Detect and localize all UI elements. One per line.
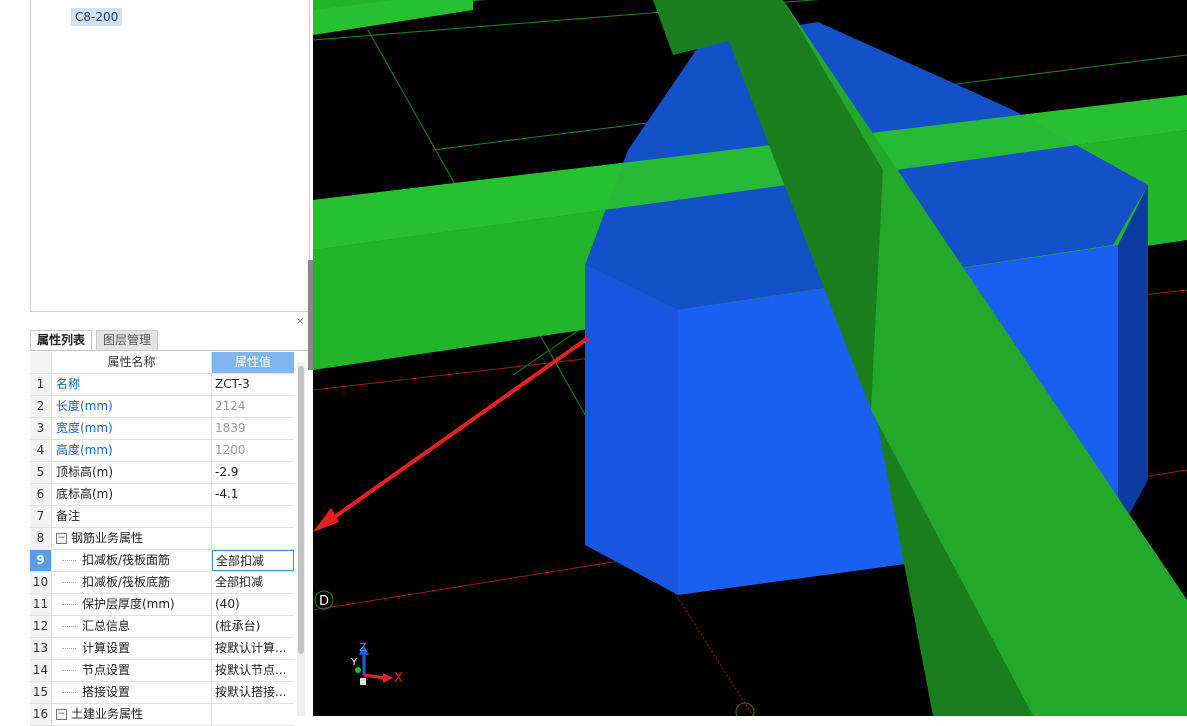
row-index: 7: [30, 506, 52, 527]
left-panel: C8-200 × 属性列表 图层管理 属性名称 属性值 1 名称 ZCT-3 2…: [0, 0, 313, 726]
row-name: 高度(mm): [52, 440, 212, 461]
row-index: 10: [30, 572, 52, 593]
header-name: 属性名称: [52, 352, 212, 373]
table-row[interactable]: 6 底标高(m) -4.1: [30, 484, 294, 506]
tab-layer-management[interactable]: 图层管理: [96, 330, 159, 350]
table-row[interactable]: 7 备注: [30, 506, 294, 528]
row-name: − 土建业务属性: [52, 704, 212, 725]
table-row-selected[interactable]: 9 扣减板/筏板面筋 全部扣减: [30, 550, 294, 572]
3d-viewport[interactable]: D Z Y X: [313, 0, 1187, 716]
row-name: 宽度(mm): [52, 418, 212, 439]
axis-y-label: Y: [350, 657, 358, 668]
row-name: 汇总信息: [52, 616, 212, 637]
row-value[interactable]: 1200: [212, 440, 294, 461]
row-name: 备注: [52, 506, 212, 527]
property-tabs: 属性列表 图层管理: [30, 330, 308, 351]
row-index: 6: [30, 484, 52, 505]
axis-gizmo: Z Y X: [350, 641, 403, 686]
header-value: 属性值: [212, 352, 294, 373]
row-value[interactable]: 按默认节点...: [212, 660, 294, 681]
collapse-icon[interactable]: −: [56, 709, 67, 720]
row-value[interactable]: [212, 506, 294, 527]
row-index: 5: [30, 462, 52, 483]
row-name: 节点设置: [52, 660, 212, 681]
row-value[interactable]: 2124: [212, 396, 294, 417]
row-name: 名称: [52, 374, 212, 395]
table-row[interactable]: 14 节点设置 按默认节点...: [30, 660, 294, 682]
row-name: 底标高(m): [52, 484, 212, 505]
axis-z-label: Z: [359, 641, 367, 654]
row-index: 11: [30, 594, 52, 615]
row-index: 3: [30, 418, 52, 439]
row-value[interactable]: -4.1: [212, 484, 294, 505]
row-value[interactable]: ZCT-3: [212, 374, 294, 395]
row-value[interactable]: (桩承台): [212, 616, 294, 637]
row-name: 扣减板/筏板面筋: [52, 550, 212, 571]
row-index: 4: [30, 440, 52, 461]
property-scrollbar[interactable]: [297, 362, 305, 716]
grid-label-circle-bottom: [735, 702, 755, 716]
tree-item-c8-200[interactable]: C8-200: [71, 8, 123, 26]
table-row[interactable]: 12 汇总信息 (桩承台): [30, 616, 294, 638]
table-row[interactable]: 10 扣减板/筏板底筋 全部扣减: [30, 572, 294, 594]
table-row[interactable]: 3 宽度(mm) 1839: [30, 418, 294, 440]
row-value: [212, 704, 294, 725]
row-value[interactable]: 全部扣减: [212, 572, 294, 593]
row-index: 16: [30, 704, 52, 725]
component-tree: C8-200: [30, 0, 310, 312]
row-value: [212, 528, 294, 549]
grid-label-d: D: [319, 594, 329, 609]
annotation-arrow: [317, 336, 590, 530]
property-table: 属性名称 属性值 1 名称 ZCT-3 2 长度(mm) 2124 3 宽度(m…: [30, 352, 294, 726]
row-index: 1: [30, 374, 52, 395]
row-name: 计算设置: [52, 638, 212, 659]
table-row[interactable]: 13 计算设置 按默认计算...: [30, 638, 294, 660]
row-index: 14: [30, 660, 52, 681]
table-row[interactable]: 1 名称 ZCT-3: [30, 374, 294, 396]
row-index: 12: [30, 616, 52, 637]
row-name: 搭接设置: [52, 682, 212, 703]
table-row[interactable]: 4 高度(mm) 1200: [30, 440, 294, 462]
cap-right-face: [1118, 185, 1148, 535]
row-name: 保护层厚度(mm): [52, 594, 212, 615]
row-name: 扣减板/筏板底筋: [52, 572, 212, 593]
group-label: 钢筋业务属性: [71, 531, 144, 545]
row-value-editor[interactable]: 全部扣减: [212, 550, 294, 571]
row-value[interactable]: 按默认搭接...: [212, 682, 294, 703]
close-icon[interactable]: ×: [296, 316, 304, 327]
row-name: − 钢筋业务属性: [52, 528, 212, 549]
axis-x-label: X: [394, 671, 403, 686]
viewport-canvas: D Z Y X: [313, 0, 1187, 716]
table-row-group-rebar[interactable]: 8 − 钢筋业务属性: [30, 528, 294, 550]
row-index: 13: [30, 638, 52, 659]
header-index: [30, 352, 52, 373]
row-index: 15: [30, 682, 52, 703]
cap-left-face: [585, 265, 678, 595]
row-index: 9: [30, 550, 52, 571]
row-value[interactable]: 1839: [212, 418, 294, 439]
table-row[interactable]: 11 保护层厚度(mm) (40): [30, 594, 294, 616]
table-header: 属性名称 属性值: [30, 352, 294, 374]
row-index: 8: [30, 528, 52, 549]
table-row[interactable]: 15 搭接设置 按默认搭接...: [30, 682, 294, 704]
tab-property-list[interactable]: 属性列表: [30, 330, 93, 350]
row-index: 2: [30, 396, 52, 417]
table-row-group-civil[interactable]: 16 − 土建业务属性: [30, 704, 294, 726]
row-value[interactable]: -2.9: [212, 462, 294, 483]
table-row[interactable]: 5 顶标高(m) -2.9: [30, 462, 294, 484]
table-row[interactable]: 2 长度(mm) 2124: [30, 396, 294, 418]
row-name: 顶标高(m): [52, 462, 212, 483]
row-value[interactable]: 按默认计算...: [212, 638, 294, 659]
row-value[interactable]: (40): [212, 594, 294, 615]
collapse-icon[interactable]: −: [56, 533, 67, 544]
row-name: 长度(mm): [52, 396, 212, 417]
scrollbar-thumb[interactable]: [298, 366, 304, 654]
group-label: 土建业务属性: [71, 707, 144, 721]
arrow-head: [313, 508, 339, 532]
